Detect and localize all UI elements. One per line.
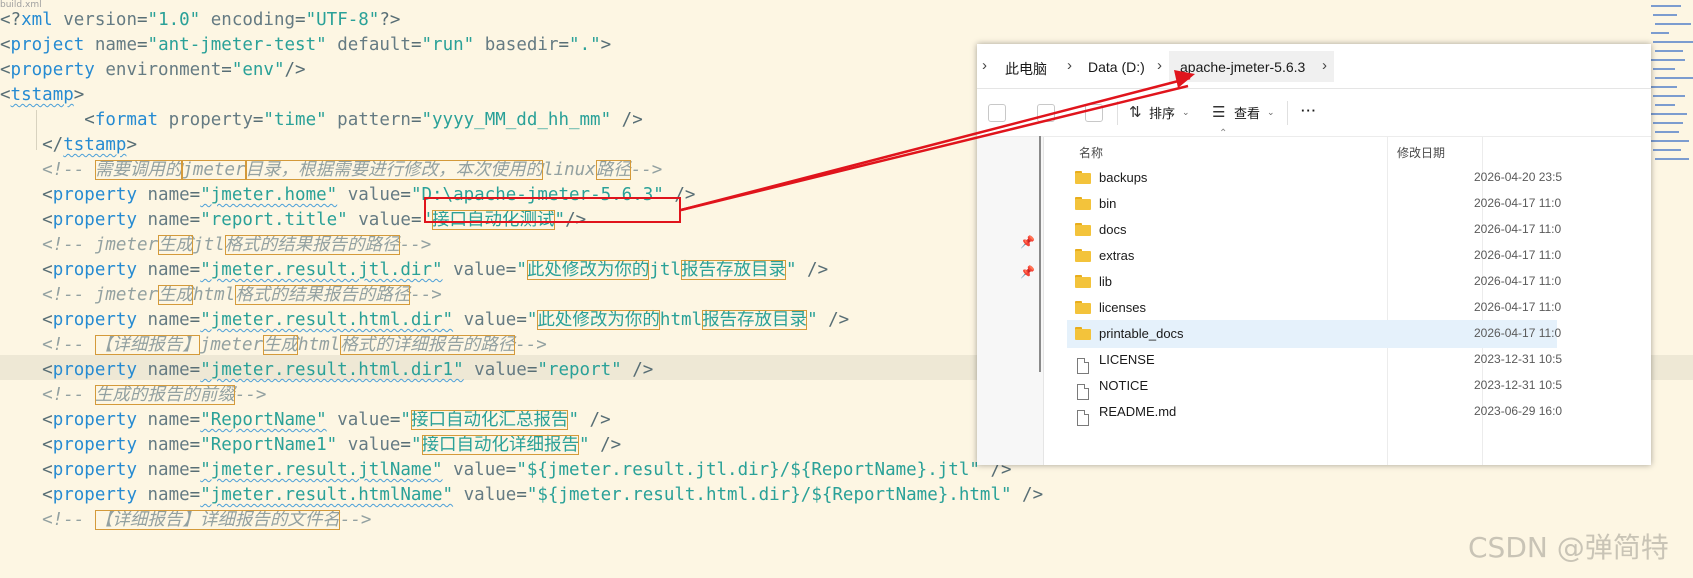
annotation-arrows [680,70,1195,212]
arrowhead-icon [1174,70,1195,88]
annotation-arrow-line-lower [680,84,1189,212]
watermark: CSDN @弹简特 [1468,531,1669,564]
